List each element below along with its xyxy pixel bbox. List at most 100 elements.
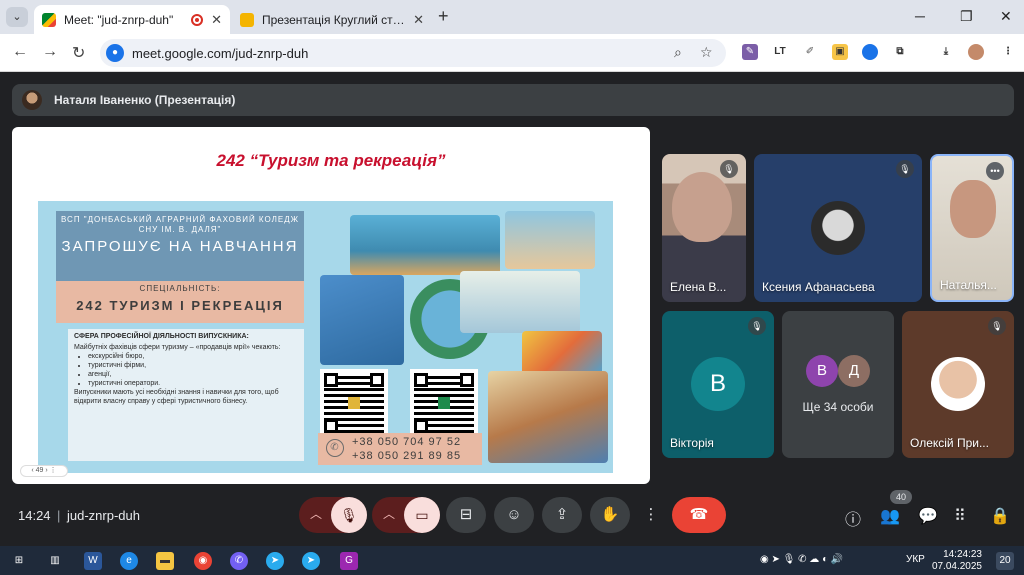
participant-avatar [931,357,985,411]
divider: | [57,508,61,523]
word-icon[interactable]: W [84,552,102,570]
sphere-heading: СФЕРА ПРОФЕСІЙНОЇ ДІЯЛЬНОСТІ ВИПУСКНИКА: [74,333,249,340]
poster: ВСП "ДОНБАСЬКИЙ АГРАРНИЙ ФАХОВИЙ КОЛЕДЖ … [38,201,613,473]
poster-header: ВСП "ДОНБАСЬКИЙ АГРАРНИЙ ФАХОВИЙ КОЛЕДЖ … [56,211,304,289]
map-passport-image [488,371,608,463]
participant-tile[interactable]: В 🎙 Вікторія [662,311,774,458]
participant-tile[interactable]: 🎙 Олексій При... [902,311,1014,458]
poster-invite: ЗАПРОШУЄ НА НАВЧАННЯ [61,238,299,255]
meeting-code: jud-znrp-duh [67,508,140,523]
present-button[interactable]: ⇪ [542,497,582,533]
language-indicator[interactable]: УКР [906,554,925,565]
mic-off-icon: 🎙 [720,160,738,178]
presenter-bar: Наталя Іваненко (Презентація) [12,84,1014,116]
menu-kebab-icon[interactable]: ⋮ [1000,44,1016,60]
more-options-icon[interactable]: ••• [986,162,1004,180]
zoom-icon[interactable]: ⌕ [674,44,682,61]
people-icon[interactable]: 👥 [880,506,900,526]
taskbar-date: 07.04.2025 [931,561,982,572]
participant-name: Елена В... [670,280,727,294]
captions-button[interactable]: ⊟ [446,497,486,533]
minimize-icon[interactable]: ─ [915,8,925,24]
tab-strip: ⌄ Meet: "jud-znrp-duh" ✕ Презентація Кру… [0,0,1024,34]
notifications-badge[interactable]: 20 [996,552,1014,570]
list-item: агенції, [88,370,300,379]
tab-close-icon[interactable]: ✕ [211,12,222,28]
phone-icon: ✆ [326,439,344,457]
site-mic-icon[interactable]: ● [106,44,124,62]
participant-tile[interactable]: ••• Наталья... [930,154,1014,302]
chrome-icon[interactable]: ◉ [194,552,212,570]
meeting-clock: 14:24 [18,508,51,523]
taskbar-clock[interactable]: 14:24:23 07.04.2025 [932,549,982,573]
more-options-button[interactable]: ⋮ [638,497,664,533]
phones-box: ✆ +38 050 704 97 52 +38 050 291 89 85 [318,433,482,465]
participant-tile[interactable]: 🎙 Ксения Афанасьева [754,154,922,302]
participant-name: Олексій При... [910,436,989,450]
extension-lt-icon[interactable]: LT [772,44,788,60]
participant-video [672,172,732,242]
profile-avatar[interactable] [968,44,984,60]
extension-dot-icon[interactable] [862,44,878,60]
mic-control: ︿ 🎙 [299,497,367,533]
close-window-icon[interactable]: ✕ [1000,8,1012,25]
activities-icon[interactable]: ⠿ [954,506,966,526]
host-controls-icon[interactable]: 🔒 [990,506,1010,526]
recording-icon [191,13,204,26]
participant-video [950,180,996,238]
poster-org: ВСП "ДОНБАСЬКИЙ АГРАРНИЙ ФАХОВИЙ КОЛЕДЖ … [60,215,300,234]
slide-page-control[interactable]: ‹ 49 › ⋮ [20,465,68,477]
file-explorer-icon[interactable]: ▬ [156,552,174,570]
viber-icon[interactable]: ✆ [230,552,248,570]
participant-name: Вікторія [670,436,714,450]
task-view-icon[interactable]: ▥ [46,552,64,570]
extensions-puzzle-icon[interactable]: ⧉ [892,44,908,60]
app-icon[interactable]: G [340,552,358,570]
back-icon[interactable]: ← [12,43,28,61]
participant-tile[interactable]: 🎙 Елена В... [662,154,746,302]
restore-icon[interactable]: ❐ [960,8,973,25]
download-icon[interactable]: ⤓ [938,44,954,60]
bookmark-star-icon[interactable]: ☆ [700,44,713,61]
tab-meet[interactable]: Meet: "jud-znrp-duh" ✕ [34,5,230,34]
participant-avatar: В [691,357,745,411]
telegram-icon[interactable]: ➤ [302,552,320,570]
list-item: туристичні оператори. [88,379,300,388]
telegram-icon[interactable]: ➤ [266,552,284,570]
url-field[interactable]: ● meet.google.com/jud-znrp-duh ⌕ ☆ [100,39,726,67]
raise-hand-button[interactable]: ✋ [590,497,630,533]
url-text: meet.google.com/jud-znrp-duh [132,46,309,61]
more-participants-tile[interactable]: В Д Ще 34 особи [782,311,894,458]
tab-close-icon[interactable]: ✕ [413,12,424,28]
extension-brush-icon[interactable]: ✐ [802,44,818,60]
extension-note-icon[interactable]: ▣ [832,44,848,60]
presenter-avatar [22,90,42,110]
mic-options-chevron-icon[interactable]: ︿ [305,505,327,522]
travel-collage-image [310,209,610,377]
list-item: екскурсійні бюро, [88,352,300,361]
new-tab-button[interactable]: + [438,6,449,27]
tray-icons[interactable]: ◉ ➤ 🎙 ✆ ☁ ◐ 🔊 [760,554,843,565]
tab-title: Meet: "jud-znrp-duh" [64,12,174,27]
camera-off-button[interactable]: ▭ [404,497,440,533]
reload-icon[interactable]: ↻ [72,43,85,63]
extension-pen-icon[interactable]: ✎ [742,44,758,60]
info-icon[interactable]: ⓘ [845,506,861,530]
participant-name: Ксения Афанасьева [762,280,875,294]
sky-image [505,211,595,269]
phone-2: +38 050 291 89 85 [352,450,462,462]
poster-specialty: СПЕЦІАЛЬНІСТЬ: 242 ТУРИЗМ І РЕКРЕАЦІЯ [56,281,304,323]
forward-icon[interactable]: → [42,43,58,61]
emoji-button[interactable]: ☺ [494,497,534,533]
camera-options-chevron-icon[interactable]: ︿ [378,505,400,522]
taskbar-time: 14:24:23 [943,549,982,560]
edge-icon[interactable]: e [120,552,138,570]
windows-start-icon[interactable]: ⊞ [10,552,28,570]
end-call-button[interactable]: ☎ [672,497,726,533]
tab-presentation[interactable]: Презентація Круглий стіл «Мо ✕ [232,5,432,34]
tab-search-button[interactable]: ⌄ [6,7,28,27]
mic-off-button[interactable]: 🎙 [331,497,367,533]
chat-icon[interactable]: 💬 [918,506,938,526]
tab-title: Презентація Круглий стіл «Мо [262,12,405,27]
slides-icon [240,12,254,27]
